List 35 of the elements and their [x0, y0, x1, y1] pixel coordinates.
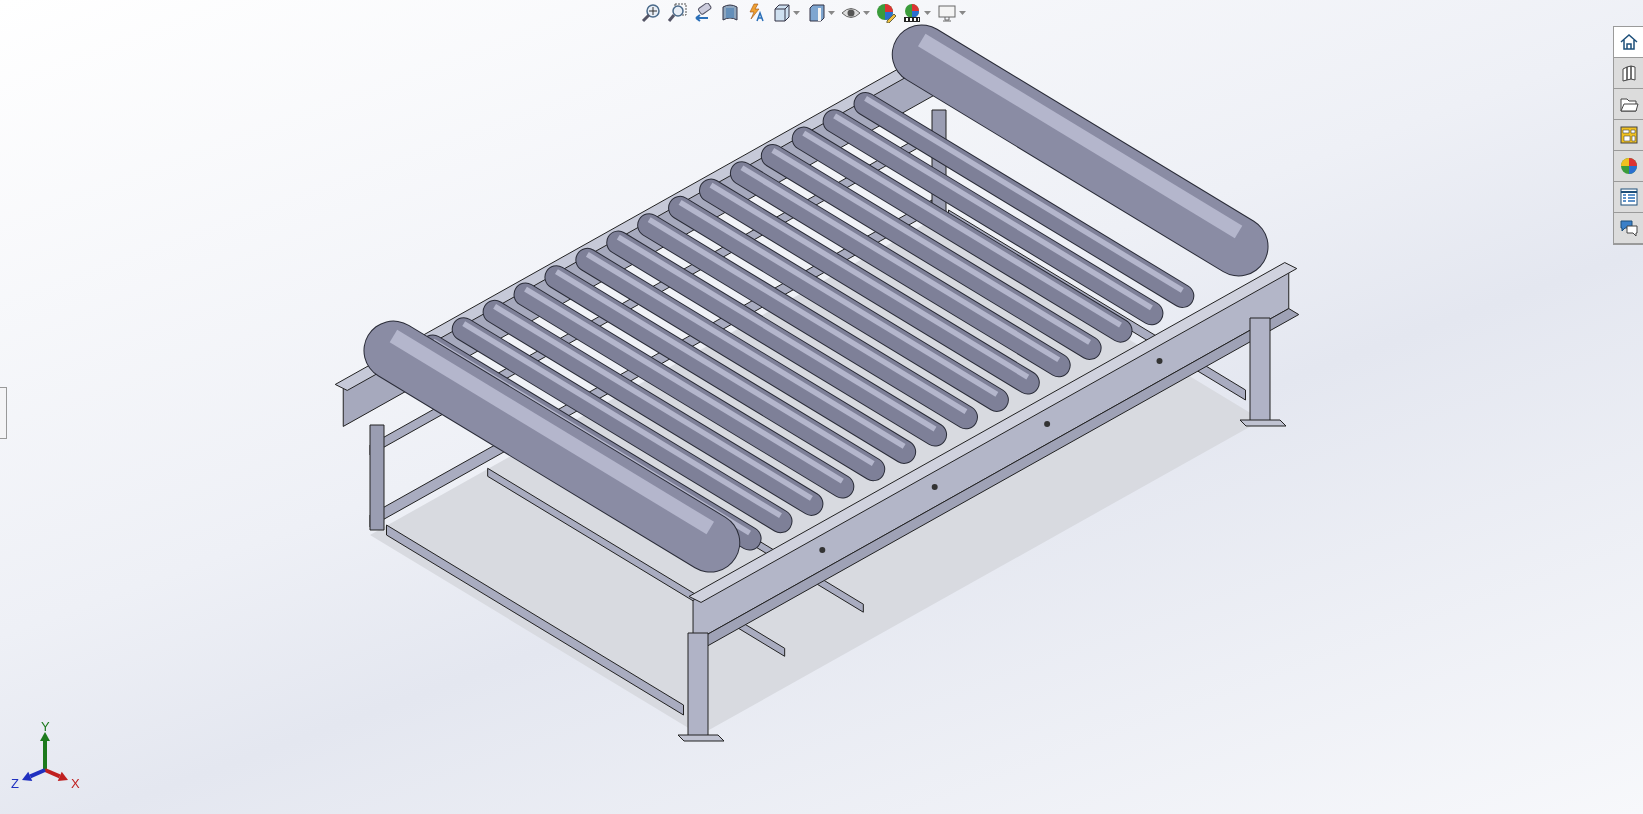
task-pane-tab[interactable] — [1614, 182, 1643, 213]
view-toolbar-button[interactable] — [666, 2, 688, 24]
task-pane-tab[interactable] — [1614, 213, 1643, 244]
monitor-icon — [937, 3, 957, 23]
shaded-cube-icon — [806, 3, 826, 23]
home-icon — [1618, 32, 1639, 52]
caret-icon — [828, 11, 835, 15]
caret-icon — [793, 11, 800, 15]
caret-icon — [959, 11, 966, 15]
y-axis-arrow — [40, 732, 50, 770]
task-pane-tab[interactable] — [1614, 89, 1643, 120]
z-axis-label: Z — [11, 776, 19, 790]
view-toolbar-button[interactable] — [640, 2, 662, 24]
task-pane-tab[interactable] — [1614, 58, 1643, 89]
view-palette-icon — [1618, 125, 1639, 145]
property-list-icon — [1618, 187, 1639, 207]
chat-bubbles-icon — [1618, 218, 1639, 238]
cube-icon — [771, 3, 791, 23]
magnifier-icon — [641, 3, 661, 23]
color-ball-pencil-icon — [876, 3, 896, 23]
x-axis-label: X — [71, 776, 80, 790]
color-ball-scene-icon — [902, 3, 922, 23]
task-pane-tab[interactable] — [1614, 120, 1643, 151]
x-axis-arrow — [44, 768, 68, 781]
view-toolbar-button[interactable] — [901, 2, 932, 24]
task-pane-tab[interactable] — [1614, 27, 1643, 58]
z-axis-arrow — [22, 768, 46, 781]
color-ball-icon — [1618, 156, 1639, 176]
task-pane-tab[interactable] — [1614, 151, 1643, 182]
caret-icon — [924, 11, 931, 15]
caret-icon — [863, 11, 870, 15]
magnifier-icon — [667, 3, 687, 23]
panel-expand-handle[interactable] — [0, 387, 7, 439]
y-axis-label: Y — [41, 720, 50, 734]
section-view-icon — [719, 3, 739, 23]
